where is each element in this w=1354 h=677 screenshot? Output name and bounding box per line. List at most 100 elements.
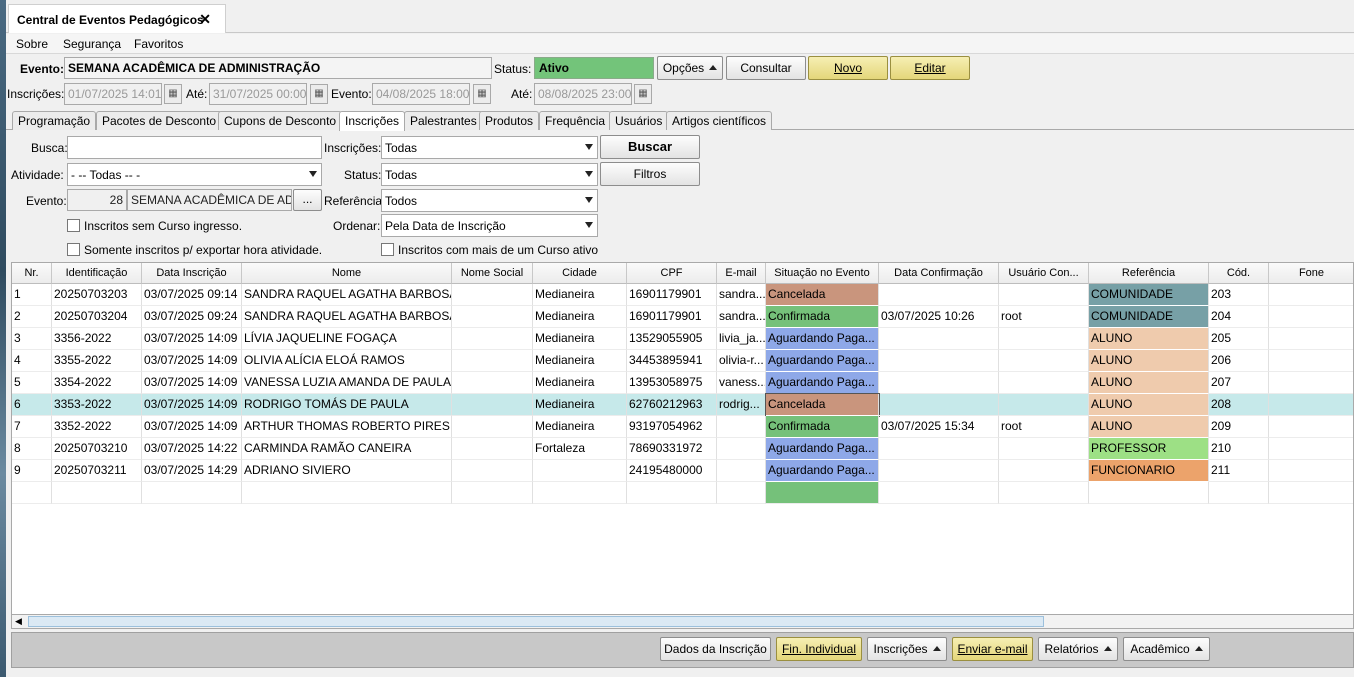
ordenar-select[interactable]: Pela Data de Inscrição: [381, 214, 598, 237]
fin-individual-button[interactable]: Fin. Individual: [776, 637, 862, 661]
opcoes-button[interactable]: Opções: [657, 56, 723, 80]
academico-menu-button[interactable]: Acadêmico: [1123, 637, 1210, 661]
consultar-button[interactable]: Consultar: [726, 56, 806, 80]
cell-identificacao: 3356-2022: [52, 328, 142, 350]
enviar-email-button[interactable]: Enviar e-mail: [952, 637, 1033, 661]
cell-fone: [1269, 284, 1353, 306]
cell-email: sandra...: [717, 306, 766, 328]
cell-data-inscricao: 03/07/2025 14:09: [142, 416, 242, 438]
referencia-select-value: Todos: [385, 194, 418, 208]
cell-cpf: 34453895941: [627, 350, 717, 372]
cell-data-confirmacao: [879, 394, 999, 416]
document-tab[interactable]: Central de Eventos Pedagógicos ✕: [8, 4, 226, 33]
sem-curso-checkbox[interactable]: [67, 219, 80, 232]
tab-pacotes-de-desconto[interactable]: Pacotes de Desconto: [96, 111, 223, 130]
relatorios-menu-button[interactable]: Relatórios: [1038, 637, 1118, 661]
evento-field[interactable]: SEMANA ACADÊMICA DE ADMINISTRAÇÃO: [64, 57, 492, 79]
scroll-left-icon[interactable]: ◀: [15, 616, 22, 627]
sem-curso-label: Inscritos sem Curso ingresso.: [84, 219, 243, 233]
cell-nr: 3: [12, 328, 52, 350]
tab-usuarios[interactable]: Usuários: [609, 111, 669, 130]
column-header-data-confirmacao[interactable]: Data Confirmação: [879, 263, 999, 284]
evento-lookup-button[interactable]: ...: [293, 189, 322, 211]
atividade-select-value: - -- Todas -- -: [71, 168, 141, 182]
close-icon[interactable]: ✕: [199, 11, 211, 28]
evento-code-field[interactable]: 28: [67, 189, 127, 211]
cell-fone: [1269, 328, 1353, 350]
novo-button[interactable]: Novo: [808, 56, 888, 80]
referencia-select[interactable]: Todos: [381, 189, 598, 212]
cell-codigo: 206: [1209, 350, 1269, 372]
somente-checkbox[interactable]: [67, 243, 80, 256]
tab-cupons-de-desconto[interactable]: Cupons de Desconto: [218, 111, 343, 130]
evento-name-field[interactable]: SEMANA ACADÊMICA DE ADM: [127, 189, 292, 211]
calendar-icon[interactable]: ▦: [473, 84, 491, 104]
dados-inscricao-button[interactable]: Dados da Inscrição: [660, 637, 771, 661]
cell-identificacao: 3354-2022: [52, 372, 142, 394]
somente-label: Somente inscritos p/ exportar hora ativi…: [84, 243, 323, 257]
cell-data-confirmacao: [879, 328, 999, 350]
inscricoes-table[interactable]: Nr. Identificação Data Inscrição Nome Nome S…: [11, 262, 1354, 615]
cell-cpf: 24195480000: [627, 460, 717, 482]
tab-programacao[interactable]: Programação: [12, 111, 97, 130]
column-header-referencia[interactable]: Referência: [1089, 263, 1209, 284]
column-header-nome-social[interactable]: Nome Social: [452, 263, 533, 284]
calendar-icon[interactable]: ▦: [164, 84, 182, 104]
cell-referencia: ALUNO: [1089, 372, 1209, 394]
buscar-button[interactable]: Buscar: [600, 135, 700, 159]
cell-identificacao: 20250703211: [52, 460, 142, 482]
cell-nr: 6: [12, 394, 52, 416]
column-header-nr[interactable]: Nr.: [12, 263, 52, 284]
ordenar-label: Ordenar:: [333, 219, 381, 233]
tab-palestrantes[interactable]: Palestrantes: [404, 111, 483, 130]
menu-favoritos[interactable]: Favoritos: [134, 37, 183, 51]
cell-cidade: [533, 460, 627, 482]
filtros-button[interactable]: Filtros: [600, 162, 700, 186]
column-header-identificacao[interactable]: Identificação: [52, 263, 142, 284]
column-header-situacao[interactable]: Situação no Evento: [766, 263, 879, 284]
tab-produtos[interactable]: Produtos: [479, 111, 540, 130]
column-header-data-inscricao[interactable]: Data Inscrição: [142, 263, 242, 284]
empty-cell: [142, 482, 242, 504]
inscricoes-menu-label: Inscrições: [873, 642, 928, 656]
cell-referencia: COMUNIDADE: [1089, 284, 1209, 306]
column-header-usuario-confirmacao[interactable]: Usuário Con...: [999, 263, 1089, 284]
horizontal-scrollbar[interactable]: ◀: [11, 614, 1354, 629]
inscricoes-start-field[interactable]: 01/07/2025 14:01: [64, 83, 162, 105]
column-header-codigo[interactable]: Cód.: [1209, 263, 1269, 284]
cell-nome-social: [452, 394, 533, 416]
cell-usuario-confirmacao: [999, 372, 1089, 394]
tab-frequencia[interactable]: Frequência: [539, 111, 612, 130]
calendar-icon[interactable]: ▦: [310, 84, 328, 104]
column-header-cpf[interactable]: CPF: [627, 263, 717, 284]
inscricoes-select[interactable]: Todas: [381, 136, 598, 159]
evento-end-field[interactable]: 08/08/2025 23:00: [534, 83, 632, 105]
column-header-fone[interactable]: Fone: [1269, 263, 1353, 284]
tab-artigos-cientificos[interactable]: Artigos científicos: [666, 111, 773, 130]
inscricoes-end-field[interactable]: 31/07/2025 00:00: [209, 83, 307, 105]
cell-email: livia_ja...: [717, 328, 766, 350]
column-header-email[interactable]: E-mail: [717, 263, 766, 284]
status-select[interactable]: Todas: [381, 163, 598, 186]
cell-data-confirmacao: 03/07/2025 15:34: [879, 416, 999, 438]
cell-nome: OLIVIA ALÍCIA ELOÁ RAMOS: [242, 350, 452, 372]
cell-situacao: Aguardando Paga...: [766, 460, 879, 482]
cell-cpf: 62760212963: [627, 394, 717, 416]
scrollbar-thumb[interactable]: [28, 616, 1044, 627]
cell-referencia: PROFESSOR: [1089, 438, 1209, 460]
inscricoes-menu-button[interactable]: Inscrições: [867, 637, 947, 661]
evento-start-field[interactable]: 04/08/2025 18:00: [372, 83, 470, 105]
menu-seguranca[interactable]: Segurança: [63, 37, 121, 51]
status-label: Status:: [494, 62, 532, 76]
editar-button[interactable]: Editar: [890, 56, 970, 80]
mais-curso-checkbox[interactable]: [381, 243, 394, 256]
atividade-select[interactable]: - -- Todas -- -: [67, 163, 322, 186]
calendar-icon[interactable]: ▦: [634, 84, 652, 104]
chevron-down-icon: [585, 144, 593, 150]
busca-input[interactable]: [67, 136, 322, 159]
tab-inscricoes[interactable]: Inscrições: [339, 111, 406, 131]
menu-sobre[interactable]: Sobre: [16, 37, 48, 51]
column-header-cidade[interactable]: Cidade: [533, 263, 627, 284]
column-header-nome[interactable]: Nome: [242, 263, 452, 284]
cell-fone: [1269, 416, 1353, 438]
